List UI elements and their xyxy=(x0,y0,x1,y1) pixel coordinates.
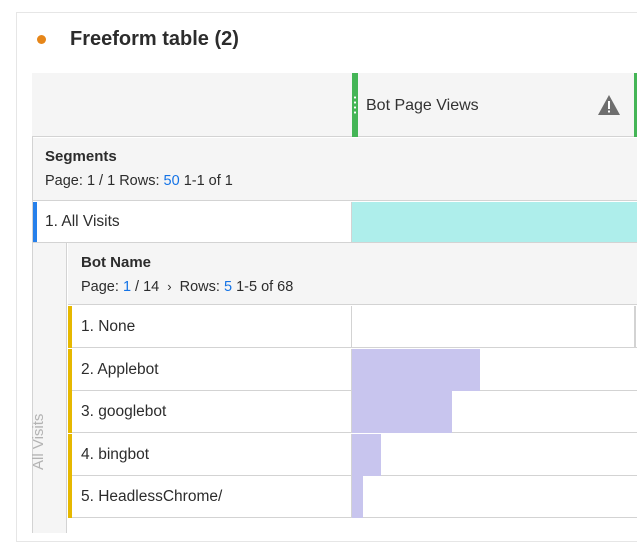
page-total: / 14 xyxy=(135,279,160,295)
value-bar xyxy=(352,348,480,391)
row-accent xyxy=(68,476,72,518)
rows-selector[interactable]: 5 xyxy=(224,279,232,295)
range-text: 1-1 of 1 xyxy=(183,173,233,189)
column-title[interactable]: Bot Page Views xyxy=(366,97,479,115)
row-label[interactable]: 4. bingbot xyxy=(81,446,149,464)
bot-name-title: Bot Name xyxy=(81,254,152,271)
panel-title[interactable]: Freeform table (2) xyxy=(70,28,239,51)
breakdown-side-strip xyxy=(33,243,67,533)
row-label[interactable]: 5. HeadlessChrome/ xyxy=(81,488,222,506)
warning-triangle-icon[interactable] xyxy=(597,94,621,116)
segments-title: Segments xyxy=(45,148,117,165)
grip-dots-icon[interactable] xyxy=(354,95,356,115)
range-text: 1-5 of 68 xyxy=(236,279,294,295)
row-accent xyxy=(68,433,72,476)
row-accent xyxy=(33,202,37,242)
value-bar xyxy=(352,391,452,433)
value-bar xyxy=(352,433,381,476)
row-accent xyxy=(68,306,72,348)
page-label: Page: xyxy=(45,173,83,189)
row-label[interactable]: 1. All Visits xyxy=(45,213,120,231)
row-right-edge xyxy=(634,306,636,348)
table-header xyxy=(32,73,637,137)
value-bar xyxy=(352,202,637,242)
page-value: 1 / 1 xyxy=(86,173,116,189)
rows-selector[interactable]: 50 xyxy=(164,173,180,189)
page-label: Page: xyxy=(81,279,119,295)
bot-name-dimension-header xyxy=(68,243,637,305)
segments-pager: Page: 1 / 1 Rows: 50 1-1 of 1 xyxy=(45,173,233,189)
rows-label: Rows: xyxy=(119,173,160,189)
page-current[interactable]: 1 xyxy=(123,279,131,295)
chevron-right-icon[interactable]: › xyxy=(163,279,175,294)
row-accent xyxy=(68,348,72,391)
row-accent xyxy=(68,391,72,433)
row-label[interactable]: 3. googlebot xyxy=(81,403,166,421)
segments-dimension-header xyxy=(33,138,637,201)
row-label[interactable]: 2. Applebot xyxy=(81,361,159,379)
bot-name-pager: Page: 1 / 14 › Rows: 5 1-5 of 68 xyxy=(81,279,293,295)
column-divider xyxy=(351,306,352,348)
table-row[interactable] xyxy=(68,306,637,348)
value-bar xyxy=(352,476,363,518)
breakdown-side-label: All Visits xyxy=(30,414,47,470)
panel-status-dot xyxy=(37,35,46,44)
row-label[interactable]: 1. None xyxy=(81,318,135,336)
rows-label: Rows: xyxy=(179,279,220,295)
